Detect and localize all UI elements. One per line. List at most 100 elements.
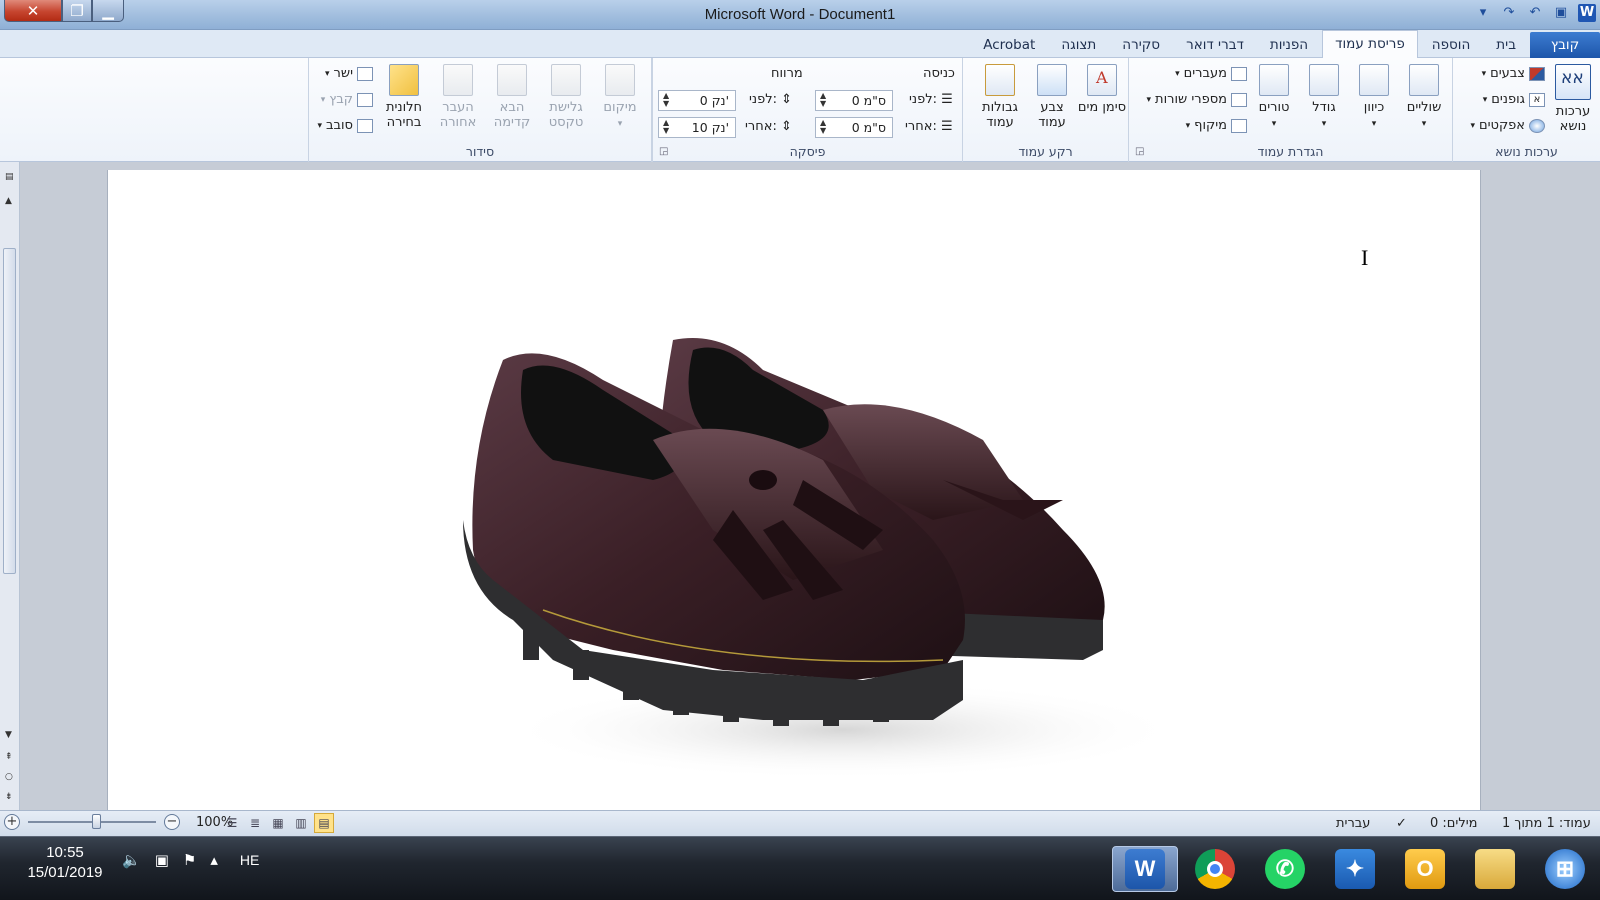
- indent-before-input[interactable]: ▲ ▼ 0 ס"מ: [815, 90, 893, 111]
- line-numbers-button[interactable]: מספרי שורות ▾: [1135, 92, 1247, 107]
- action-center-flag-icon[interactable]: ⚑: [183, 851, 196, 869]
- tab-mailings[interactable]: דברי דואר: [1174, 32, 1256, 58]
- language-indicator[interactable]: עברית: [1336, 816, 1370, 831]
- theme-fonts-button[interactable]: א גופנים ▾: [1459, 92, 1545, 107]
- title-bar: ✕ ❐ ▁ Microsoft Word - Document1 ▾ ↷ ↶ ▣…: [0, 0, 1600, 30]
- bring-forward-button[interactable]: הבא קדימה: [487, 64, 537, 130]
- themes-button[interactable]: אא ערכות נושא: [1549, 64, 1597, 134]
- page-borders-icon: [985, 64, 1015, 96]
- next-page-icon[interactable]: ⇟: [5, 792, 13, 802]
- network-icon[interactable]: ▣: [155, 851, 169, 869]
- chrome-icon: [1195, 849, 1235, 889]
- tab-view[interactable]: תצוגה: [1049, 32, 1108, 58]
- size-button[interactable]: גודל ▾: [1299, 64, 1349, 132]
- watermark-button[interactable]: A סימן מים: [1077, 64, 1127, 115]
- clock[interactable]: 10:55 15/01/2019: [20, 843, 110, 883]
- indent-after-input[interactable]: ▲ ▼ 0 ס"מ: [815, 117, 893, 138]
- web-layout-icon[interactable]: ▦: [268, 813, 288, 833]
- tab-page-layout[interactable]: פריסת עמוד: [1322, 30, 1418, 58]
- word-count[interactable]: מילים: 0: [1430, 816, 1477, 831]
- group-icon: [357, 92, 373, 107]
- ribbon: אא ערכות נושא צבעים ▾ א גופנים ▾ אפקטים ▾ ע…: [0, 58, 1600, 162]
- ruler-toggle-icon[interactable]: ▤: [5, 172, 14, 182]
- zoom-out-button[interactable]: −: [164, 814, 180, 830]
- tools-app[interactable]: ✦: [1322, 846, 1388, 892]
- loafers-picture: [463, 338, 1183, 780]
- vertical-scrollbar[interactable]: ▤ ▲ ▼ ⇞ ○ ⇟: [0, 162, 20, 810]
- spacing-before-label: לפני: ⇕: [749, 92, 793, 107]
- show-hidden-icons-icon[interactable]: ▴: [210, 851, 218, 869]
- explorer-app[interactable]: [1462, 846, 1528, 892]
- shoe-image[interactable]: [463, 330, 1193, 790]
- previous-page-icon[interactable]: ⇞: [5, 752, 13, 762]
- themes-icon: אא: [1555, 64, 1591, 100]
- breaks-button[interactable]: מעברים ▾: [1135, 66, 1247, 81]
- columns-button[interactable]: טורים ▾: [1249, 64, 1299, 132]
- page-color-button[interactable]: צבע עמוד: [1027, 64, 1077, 130]
- taskbar: 10:55 15/01/2019 🔈 ▣ ⚑ ▴ HE ⊞ O ✦ ✆ W: [0, 836, 1600, 900]
- ribbon-tabs: קובץ בית הוספה פריסת עמוד הפניות דברי דו…: [969, 30, 1600, 58]
- tab-home[interactable]: בית: [1484, 32, 1528, 58]
- scroll-up-icon[interactable]: ▲: [5, 196, 12, 206]
- page-setup-group-label: הגדרת עמוד: [1257, 144, 1324, 159]
- customize-qat-icon[interactable]: ▾: [1474, 4, 1492, 22]
- word-app[interactable]: W: [1112, 846, 1178, 892]
- page-count[interactable]: עמוד: 1 מתוך 1: [1502, 816, 1591, 831]
- outline-view-icon[interactable]: ≣: [245, 813, 265, 833]
- spacing-after-label: אחרי: ⇕: [745, 119, 792, 134]
- line-numbers-icon: [1231, 92, 1247, 107]
- breaks-icon: [1231, 66, 1247, 81]
- theme-effects-button[interactable]: אפקטים ▾: [1459, 118, 1545, 133]
- document-page[interactable]: I: [107, 170, 1481, 810]
- hyphenation-button[interactable]: מיקוף ▾: [1135, 118, 1247, 133]
- selection-pane-button[interactable]: חלונית בחירה: [379, 64, 429, 130]
- tab-review[interactable]: סקירה: [1110, 32, 1172, 58]
- orientation-button[interactable]: כיוון ▾: [1349, 64, 1399, 132]
- reading-view-icon[interactable]: ▥: [291, 813, 311, 833]
- tab-acrobat[interactable]: Acrobat: [971, 32, 1047, 58]
- save-icon[interactable]: ▣: [1552, 4, 1570, 22]
- scrollbar-thumb[interactable]: [3, 248, 16, 574]
- chrome-app[interactable]: [1182, 846, 1248, 892]
- tab-insert[interactable]: הוספה: [1420, 32, 1483, 58]
- page-color-icon: [1037, 64, 1067, 96]
- margins-button[interactable]: שוליים ▾: [1399, 64, 1449, 132]
- indent-left-icon: ☰: [941, 92, 953, 107]
- bring-forward-icon: [497, 64, 527, 96]
- wrap-text-button[interactable]: גלישת טקסט: [541, 64, 591, 130]
- proofing-icon[interactable]: ✓: [1396, 816, 1407, 831]
- zoom-in-button[interactable]: +: [4, 814, 20, 830]
- spacing-before-input[interactable]: ▲ ▼ 0 נק': [658, 90, 736, 111]
- outlook-app[interactable]: O: [1392, 846, 1458, 892]
- undo-icon[interactable]: ↶: [1526, 4, 1544, 22]
- zoom-slider-thumb[interactable]: [92, 814, 101, 829]
- page-borders-button[interactable]: גבולות עמוד: [975, 64, 1025, 130]
- page-background-group-label: רקע עמוד: [1018, 144, 1073, 159]
- themes-group: אא ערכות נושא צבעים ▾ א גופנים ▾ אפקטים ▾ ע…: [1452, 58, 1600, 162]
- draft-view-icon[interactable]: ☰: [222, 813, 242, 833]
- zoom-slider[interactable]: [28, 814, 156, 829]
- zoom-control: + − 100%: [4, 814, 233, 830]
- word-icon: W: [1125, 849, 1165, 889]
- input-language[interactable]: HE: [240, 852, 259, 868]
- tab-file[interactable]: קובץ: [1530, 32, 1600, 58]
- redo-icon[interactable]: ↷: [1500, 4, 1518, 22]
- start-button[interactable]: ⊞: [1532, 846, 1598, 892]
- group-button[interactable]: קבץ ▾: [315, 92, 373, 107]
- send-backward-button[interactable]: העבר אחורה: [433, 64, 483, 130]
- spacing-before-icon: ⇕: [781, 92, 793, 107]
- align-button[interactable]: ישר ▾: [315, 66, 373, 81]
- send-backward-icon: [443, 64, 473, 96]
- indent-title: כניסה: [923, 66, 955, 81]
- spacing-after-input[interactable]: ▲ ▼ 10 נק': [658, 117, 736, 138]
- browse-object-icon[interactable]: ○: [5, 772, 13, 782]
- volume-icon[interactable]: 🔈: [122, 851, 141, 869]
- theme-colors-button[interactable]: צבעים ▾: [1459, 66, 1545, 81]
- tab-references[interactable]: הפניות: [1258, 32, 1320, 58]
- scroll-down-icon[interactable]: ▼: [5, 730, 12, 740]
- whatsapp-app[interactable]: ✆: [1252, 846, 1318, 892]
- print-layout-icon[interactable]: ▤: [314, 813, 334, 833]
- rotate-button[interactable]: סובב ▾: [315, 118, 373, 133]
- position-button[interactable]: מיקום ▾: [595, 64, 645, 132]
- columns-icon: [1259, 64, 1289, 96]
